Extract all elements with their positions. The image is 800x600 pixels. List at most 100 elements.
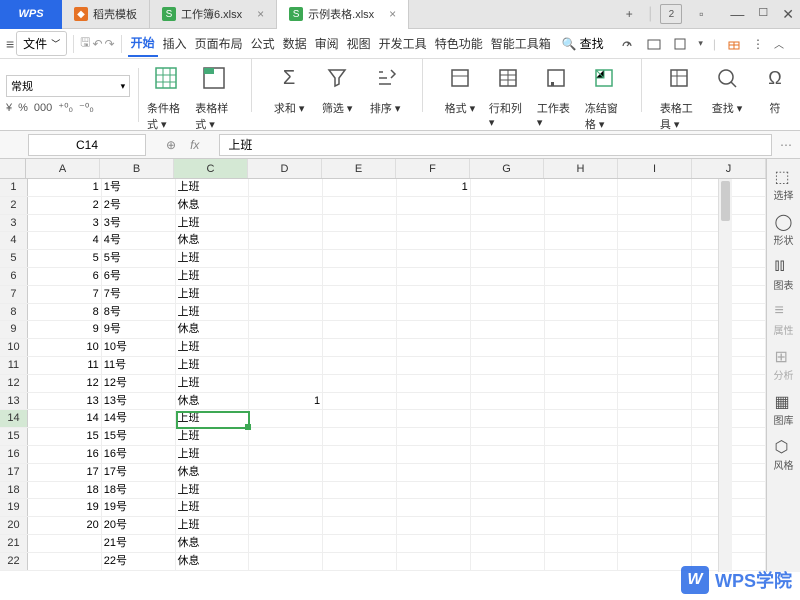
cell[interactable]: [397, 232, 471, 249]
cell[interactable]: 休息: [176, 464, 250, 481]
row-header[interactable]: 21: [0, 535, 28, 552]
cell[interactable]: [618, 232, 692, 249]
row-header[interactable]: 9: [0, 321, 28, 338]
toolbar-[interactable]: Ω符: [756, 58, 794, 116]
cell[interactable]: [323, 517, 397, 534]
cell[interactable]: 休息: [176, 553, 250, 570]
cell[interactable]: 20: [28, 517, 102, 534]
cell[interactable]: 4: [28, 232, 102, 249]
number-format-select[interactable]: 常规 ▾: [6, 75, 130, 97]
toolbar-[interactable]: 表格样式 ▾: [195, 58, 233, 132]
toolbar-[interactable]: 排序 ▾: [366, 58, 404, 116]
cell[interactable]: [618, 393, 692, 410]
row-header[interactable]: 17: [0, 464, 28, 481]
cell[interactable]: [618, 375, 692, 392]
cell[interactable]: [323, 250, 397, 267]
cell[interactable]: 上班: [176, 517, 250, 534]
cell[interactable]: 12号: [102, 375, 176, 392]
cell[interactable]: [545, 304, 619, 321]
cell[interactable]: [397, 215, 471, 232]
cell[interactable]: [471, 268, 545, 285]
cell[interactable]: 6号: [102, 268, 176, 285]
cell[interactable]: [471, 286, 545, 303]
cell[interactable]: [471, 428, 545, 445]
cell[interactable]: [545, 535, 619, 552]
cell[interactable]: [471, 197, 545, 214]
cell[interactable]: 17号: [102, 464, 176, 481]
cell[interactable]: [545, 179, 619, 196]
cell[interactable]: [249, 197, 323, 214]
cell[interactable]: 3: [28, 215, 102, 232]
expand-icon[interactable]: ⋯: [772, 138, 800, 152]
cell[interactable]: 16: [28, 446, 102, 463]
cell[interactable]: 休息: [176, 321, 250, 338]
side-选择[interactable]: ⬚选择: [774, 167, 794, 202]
cell[interactable]: [323, 410, 397, 427]
cell[interactable]: [618, 535, 692, 552]
formula-input[interactable]: 上班: [219, 134, 772, 156]
close-icon[interactable]: ×: [389, 7, 396, 21]
cell[interactable]: [397, 410, 471, 427]
cell[interactable]: [323, 553, 397, 570]
window-count[interactable]: 2: [660, 4, 682, 24]
file-menu[interactable]: 文件 ﹀: [16, 31, 67, 56]
toolbar-[interactable]: 条件格式 ▾: [147, 58, 185, 132]
cell[interactable]: [249, 482, 323, 499]
cell[interactable]: [471, 446, 545, 463]
cell[interactable]: 18: [28, 482, 102, 499]
cell[interactable]: [397, 286, 471, 303]
cell[interactable]: 19号: [102, 499, 176, 516]
cell[interactable]: [249, 215, 323, 232]
col-header-C[interactable]: C: [174, 159, 248, 178]
cell[interactable]: [323, 446, 397, 463]
cell[interactable]: [471, 321, 545, 338]
fullscreen-icon[interactable]: ⊕: [166, 138, 176, 152]
cell[interactable]: [323, 357, 397, 374]
cell[interactable]: 上班: [176, 304, 250, 321]
cell[interactable]: [28, 553, 102, 570]
side-形状[interactable]: ◯形状: [774, 212, 794, 247]
hamburger-icon[interactable]: ≡: [6, 36, 14, 52]
cell[interactable]: [618, 446, 692, 463]
cell[interactable]: [397, 304, 471, 321]
cell[interactable]: 10: [28, 339, 102, 356]
cell[interactable]: 上班: [176, 499, 250, 516]
close-window-icon[interactable]: ✕: [782, 6, 794, 23]
cell[interactable]: [323, 393, 397, 410]
row-header[interactable]: 3: [0, 215, 28, 232]
cell[interactable]: 上班: [176, 375, 250, 392]
cell[interactable]: 15号: [102, 428, 176, 445]
cell[interactable]: [545, 393, 619, 410]
cell[interactable]: [323, 321, 397, 338]
row-header[interactable]: 4: [0, 232, 28, 249]
app-logo[interactable]: WPS: [0, 0, 62, 29]
cell[interactable]: 上班: [176, 215, 250, 232]
cell[interactable]: [471, 464, 545, 481]
cell[interactable]: [618, 464, 692, 481]
redo-icon[interactable]: ↷: [105, 37, 115, 51]
cell[interactable]: 7: [28, 286, 102, 303]
cell[interactable]: 8: [28, 304, 102, 321]
cell[interactable]: [545, 464, 619, 481]
cell[interactable]: [249, 464, 323, 481]
cell[interactable]: [397, 321, 471, 338]
cell[interactable]: 22号: [102, 553, 176, 570]
menu-icon[interactable]: ▫: [690, 4, 712, 24]
cell[interactable]: [471, 499, 545, 516]
cell[interactable]: 1: [28, 179, 102, 196]
cell[interactable]: 14: [28, 410, 102, 427]
cell[interactable]: 休息: [176, 197, 250, 214]
dropdown-icon[interactable]: ▾: [698, 38, 703, 49]
cell[interactable]: [397, 339, 471, 356]
cell[interactable]: [397, 464, 471, 481]
tab-templates[interactable]: ◆ 稻壳模板: [62, 0, 150, 29]
cell[interactable]: [545, 482, 619, 499]
cell[interactable]: [323, 197, 397, 214]
col-header-D[interactable]: D: [248, 159, 322, 178]
cell[interactable]: [249, 268, 323, 285]
decrease-decimal-button[interactable]: ⁻⁰₀: [79, 101, 94, 114]
cell[interactable]: [618, 215, 692, 232]
select-all-corner[interactable]: [0, 159, 26, 178]
cell[interactable]: [471, 410, 545, 427]
cell[interactable]: [397, 553, 471, 570]
